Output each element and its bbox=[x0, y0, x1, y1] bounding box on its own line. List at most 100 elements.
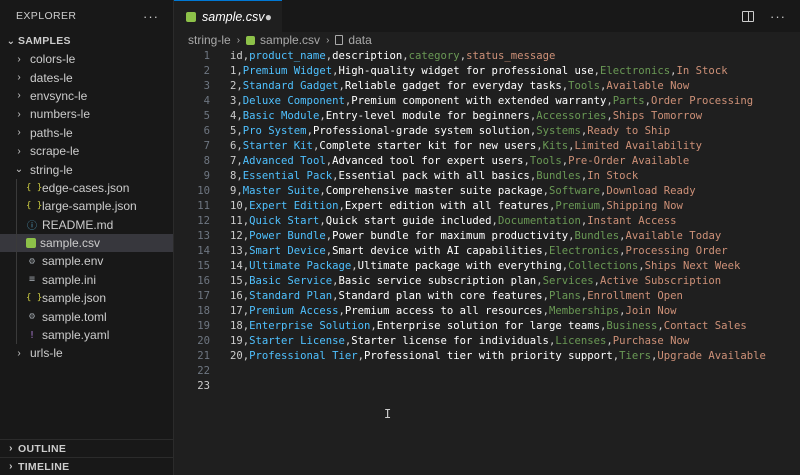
code-line: 2 1,Premium Widget,High-quality widget fo… bbox=[174, 64, 800, 79]
more-actions-icon[interactable]: ··· bbox=[143, 9, 159, 24]
folder-envsync-le[interactable]: › envsync-le bbox=[0, 87, 173, 105]
file-item[interactable]: ≡ sample.ini bbox=[0, 270, 173, 290]
csv-product-name: Premium Access bbox=[249, 305, 339, 317]
chevron-right-icon: › bbox=[17, 127, 21, 139]
indent-guide bbox=[16, 252, 17, 271]
csv-category: Systems bbox=[536, 125, 581, 137]
folder-label: dates-le bbox=[30, 70, 73, 85]
line-content: 10,Expert Edition,Expert edition with al… bbox=[230, 199, 683, 214]
toml-icon: ⚙ bbox=[28, 311, 36, 323]
csv-description: Entry-level module for beginners bbox=[325, 110, 530, 122]
timeline-label: TIMELINE bbox=[18, 460, 70, 473]
outline-section[interactable]: › OUTLINE bbox=[0, 439, 174, 457]
folder-label: urls-le bbox=[30, 346, 63, 361]
csv-status: Enrollment Open bbox=[587, 290, 683, 302]
line-content: 11,Quick Start,Quick start guide include… bbox=[230, 214, 677, 229]
csv-description: Advanced tool for expert users bbox=[332, 155, 524, 167]
folder-scrape-le[interactable]: › scrape-le bbox=[0, 142, 173, 160]
line-number: 11 bbox=[197, 200, 210, 212]
csv-status: Instant Access bbox=[587, 215, 677, 227]
indent-guide bbox=[16, 197, 17, 216]
folder-label: scrape-le bbox=[30, 144, 80, 159]
folder-colors-le[interactable]: › colors-le bbox=[0, 50, 173, 68]
code-line: 17 16,Standard Plan,Standard plan with co… bbox=[174, 289, 800, 304]
csv-description: Complete starter kit for new users bbox=[319, 140, 537, 152]
line-number: 8 bbox=[203, 155, 210, 167]
csv-icon bbox=[246, 35, 256, 45]
editor-actions: ··· bbox=[742, 0, 800, 32]
chevron-right-icon: › bbox=[17, 108, 21, 120]
breadcrumb-folder[interactable]: string-le bbox=[188, 33, 231, 47]
chevron-right-icon: › bbox=[17, 72, 21, 84]
file-item[interactable]: ⚙ sample.env bbox=[0, 252, 173, 271]
csv-description: Expert edition with all features bbox=[344, 200, 549, 212]
split-editor-icon[interactable] bbox=[742, 10, 754, 22]
line-number: 13 bbox=[197, 230, 210, 242]
code-line: 6 5,Pro System,Professional-grade system … bbox=[174, 124, 800, 139]
chevron-right-icon: › bbox=[326, 34, 330, 46]
file-item[interactable]: { } sample.json bbox=[0, 289, 173, 308]
indent-guide bbox=[16, 270, 17, 290]
gear-icon: ⚙ bbox=[28, 255, 36, 267]
line-number: 6 bbox=[203, 125, 210, 137]
file-label: sample.ini bbox=[42, 272, 97, 287]
csv-description: Basic service subscription plan bbox=[338, 275, 537, 287]
file-item[interactable]: ⓘ README.md bbox=[0, 215, 173, 234]
breadcrumb-file[interactable]: sample.csv bbox=[260, 33, 320, 47]
json-icon: { } bbox=[26, 293, 43, 304]
csv-description: Reliable gadget for everyday tasks bbox=[344, 80, 562, 92]
csv-category: Accessories bbox=[536, 110, 607, 122]
timeline-section[interactable]: › TIMELINE bbox=[0, 457, 174, 475]
csv-id: 12 bbox=[230, 230, 243, 242]
folder-urls-le[interactable]: › urls-le bbox=[0, 344, 173, 362]
folder-dates-le[interactable]: › dates-le bbox=[0, 68, 173, 86]
code-editor[interactable]: I 1 id,product_name,description,category,… bbox=[174, 48, 800, 440]
lines-icon: ≡ bbox=[28, 274, 36, 286]
csv-description: Enterprise solution for large teams bbox=[376, 320, 600, 332]
csv-product-name: Enterprise Solution bbox=[249, 320, 371, 332]
file-item[interactable]: { } large-sample.json bbox=[0, 197, 173, 216]
csv-category: Bundles bbox=[574, 230, 620, 242]
workspace-root[interactable]: ⌄ SAMPLES bbox=[0, 32, 173, 50]
csv-status: Upgrade Available bbox=[657, 350, 766, 362]
file-label: README.md bbox=[42, 217, 114, 232]
folder-paths-le[interactable]: › paths-le bbox=[0, 124, 173, 142]
csv-status: Available Today bbox=[625, 230, 722, 242]
folder-string-le[interactable]: ⌄ string-le bbox=[0, 160, 173, 178]
csv-description: Professional tier with priority support bbox=[363, 350, 613, 362]
line-number: 21 bbox=[197, 350, 210, 362]
breadcrumb-symbol[interactable]: data bbox=[348, 33, 371, 47]
info-icon: ⓘ bbox=[27, 221, 37, 233]
folder-label: paths-le bbox=[30, 125, 73, 140]
tab-sample-csv[interactable]: sample.csv ● bbox=[174, 0, 282, 32]
explorer-header: EXPLORER ··· bbox=[0, 0, 173, 32]
csv-description: Premium access to all resources bbox=[344, 305, 543, 317]
file-label: edge-cases.json bbox=[42, 180, 130, 195]
file-item[interactable]: ! sample.yaml bbox=[0, 325, 173, 345]
file-item[interactable]: ⚙ sample.toml bbox=[0, 307, 173, 326]
file-item[interactable]: sample.csv bbox=[0, 233, 173, 253]
chevron-right-icon: › bbox=[17, 145, 21, 157]
csv-header-status: status_message bbox=[466, 50, 556, 62]
chevron-right-icon: › bbox=[17, 90, 21, 102]
csv-product-name: Master Suite bbox=[242, 185, 320, 197]
csv-id: 20 bbox=[230, 350, 243, 362]
outline-label: OUTLINE bbox=[18, 442, 67, 455]
csv-status: Order Processing bbox=[651, 95, 754, 107]
close-icon[interactable]: ● bbox=[265, 10, 272, 24]
csv-category: Collections bbox=[568, 260, 639, 272]
code-line: 16 15,Basic Service,Basic service subscri… bbox=[174, 274, 800, 289]
csv-category: Tiers bbox=[619, 350, 652, 362]
csv-id: 19 bbox=[230, 335, 243, 347]
document-icon bbox=[335, 35, 344, 45]
folder-numbers-le[interactable]: › numbers-le bbox=[0, 105, 173, 123]
csv-category: Tools bbox=[529, 155, 562, 167]
code-line: 7 6,Starter Kit,Complete starter kit for … bbox=[174, 139, 800, 154]
csv-category: Electronics bbox=[599, 65, 671, 77]
csv-category: Documentation bbox=[497, 215, 581, 227]
line-number: 2 bbox=[203, 65, 210, 77]
file-item[interactable]: { } edge-cases.json bbox=[0, 178, 173, 198]
line-number: 7 bbox=[203, 140, 210, 152]
code-line: 13 12,Power Bundle,Power bundle for maxim… bbox=[174, 229, 800, 244]
more-actions-icon[interactable]: ··· bbox=[770, 9, 786, 24]
